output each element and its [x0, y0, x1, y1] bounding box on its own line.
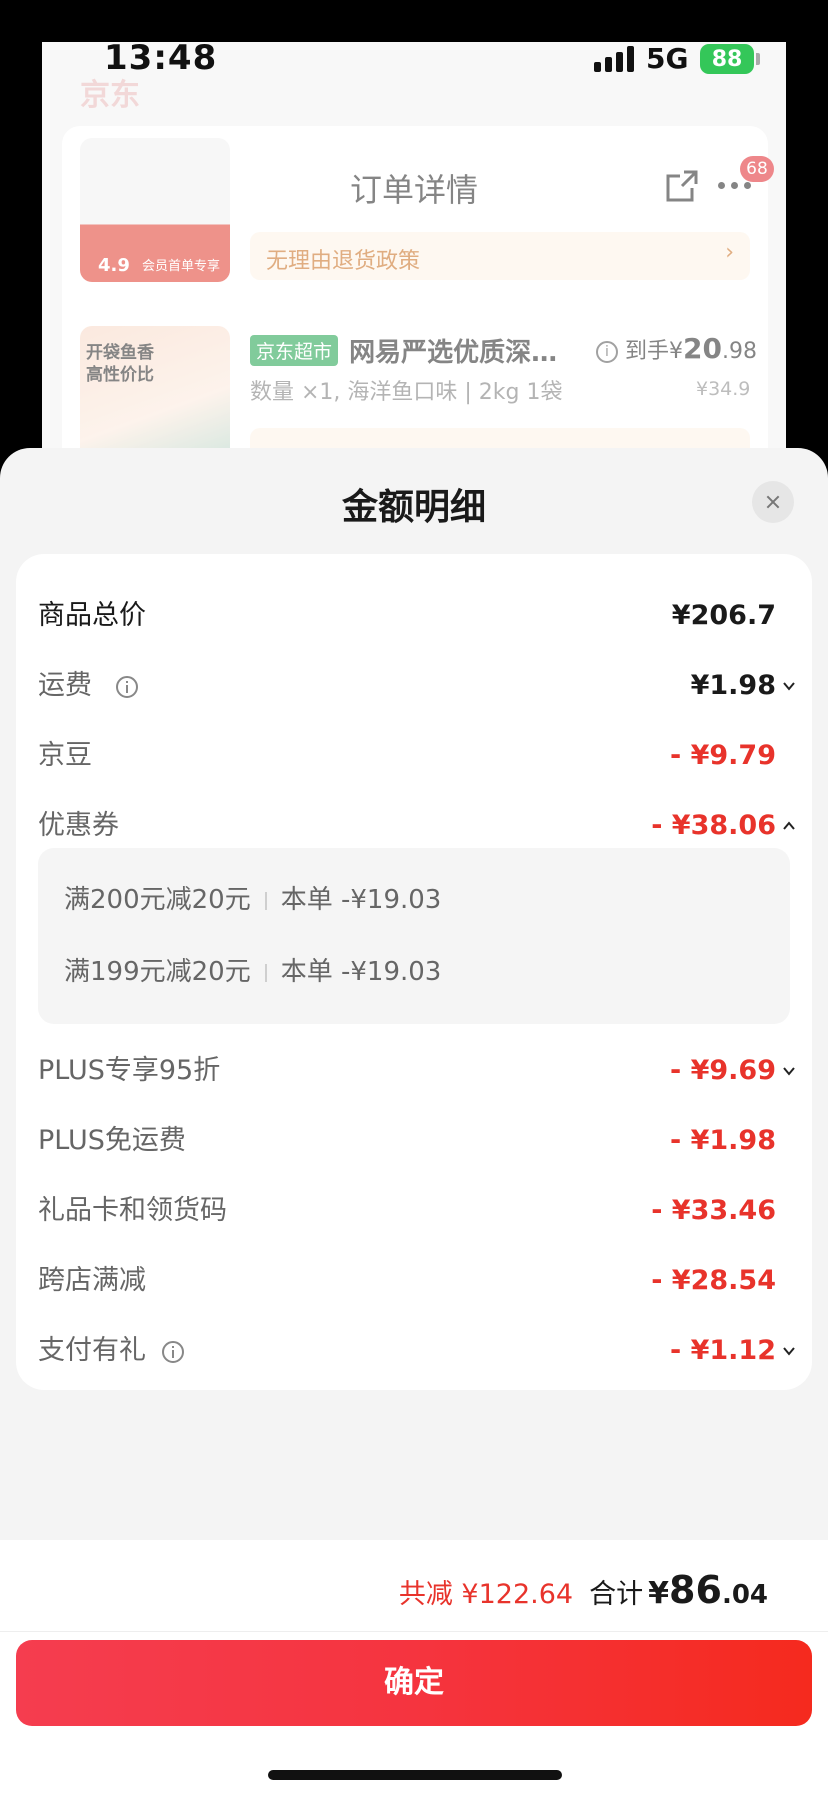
coupon-item: 满200元减20元 本单 -¥19.03 — [64, 882, 441, 918]
row-plus-discount[interactable]: PLUS专享95折 - ¥9.69 — [38, 1051, 798, 1091]
total-summary: 共减 ¥122.64 合计 ¥86.04 — [399, 1568, 768, 1612]
battery-icon: 88 — [700, 44, 754, 74]
row-value: - ¥9.69 — [669, 1055, 776, 1086]
signal-icon — [594, 46, 634, 72]
row-value: - ¥1.98 — [669, 1125, 776, 1156]
coupon-detail-box: 满200元减20元 本单 -¥19.03 满199元减20元 本单 -¥19.03 — [38, 848, 790, 1024]
battery-cap — [756, 53, 760, 65]
row-value: ¥206.7 — [671, 600, 776, 631]
divider — [264, 963, 267, 982]
row-label: 跨店满减 — [38, 1265, 146, 1296]
chevron-down-icon[interactable] — [782, 1064, 796, 1078]
row-plus-free-shipping: PLUS免运费 - ¥1.98 — [38, 1121, 798, 1161]
total-label: 合计 — [589, 1579, 644, 1610]
close-icon[interactable] — [752, 481, 794, 523]
row-label: 京豆 — [38, 740, 92, 771]
row-label: PLUS专享95折 — [38, 1055, 221, 1086]
coupon-amount: 本单 -¥19.03 — [280, 957, 442, 987]
divider — [0, 1631, 828, 1632]
row-label: 支付有礼 — [38, 1335, 146, 1366]
row-jingdou: 京豆 - ¥9.79 — [38, 736, 798, 776]
total-currency: ¥ — [648, 1576, 670, 1611]
coupon-amount: 本单 -¥19.03 — [280, 885, 442, 915]
info-icon[interactable] — [162, 1341, 184, 1363]
footer-bar: 共减 ¥122.64 合计 ¥86.04 确定 — [0, 1540, 828, 1796]
row-goods-total: 商品总价 ¥206.7 — [38, 596, 798, 636]
row-coupon[interactable]: 优惠券 - ¥38.06 — [38, 806, 798, 846]
chevron-down-icon[interactable] — [782, 1344, 796, 1358]
amount-detail-card: 商品总价 ¥206.7 运费 ¥1.98 京豆 - ¥9.79 优惠券 - ¥3… — [16, 554, 812, 1390]
row-cross-store: 跨店满减 - ¥28.54 — [38, 1261, 798, 1301]
coupon-name: 满199元减20元 — [64, 957, 251, 987]
row-label: 商品总价 — [38, 600, 146, 631]
row-value: - ¥9.79 — [669, 740, 776, 771]
row-label: PLUS免运费 — [38, 1125, 186, 1156]
row-value: ¥1.98 — [690, 670, 776, 701]
network-label: 5G — [646, 42, 689, 75]
row-label: 优惠券 — [38, 810, 119, 841]
total-integer: 86 — [669, 1568, 722, 1612]
coupon-name: 满200元减20元 — [64, 885, 251, 915]
row-value: - ¥1.12 — [669, 1335, 776, 1366]
sheet-title: 金额明细 — [341, 487, 486, 528]
total-decimal: .04 — [721, 1580, 768, 1610]
chevron-down-icon[interactable] — [782, 679, 796, 693]
status-time: 13:48 — [104, 38, 218, 78]
row-value: - ¥28.54 — [651, 1265, 776, 1296]
row-value: - ¥33.46 — [651, 1195, 776, 1226]
modal-overlay[interactable] — [42, 42, 786, 482]
row-shipping[interactable]: 运费 ¥1.98 — [38, 666, 798, 706]
info-icon[interactable] — [116, 676, 138, 698]
total-reduce: 共减 ¥122.64 — [398, 1579, 574, 1610]
row-gift-card: 礼品卡和领货码 - ¥33.46 — [38, 1191, 798, 1231]
row-value: - ¥38.06 — [651, 810, 776, 841]
confirm-button[interactable]: 确定 — [16, 1640, 812, 1726]
chevron-up-icon[interactable] — [782, 819, 796, 833]
home-indicator[interactable] — [268, 1770, 562, 1780]
coupon-item: 满199元减20元 本单 -¥19.03 — [64, 954, 441, 990]
status-bar: 13:48 5G 88 — [0, 0, 828, 100]
row-label: 礼品卡和领货码 — [38, 1195, 227, 1226]
row-label: 运费 — [38, 670, 92, 701]
row-payment-gift[interactable]: 支付有礼 - ¥1.12 — [38, 1331, 798, 1371]
divider — [264, 891, 267, 910]
